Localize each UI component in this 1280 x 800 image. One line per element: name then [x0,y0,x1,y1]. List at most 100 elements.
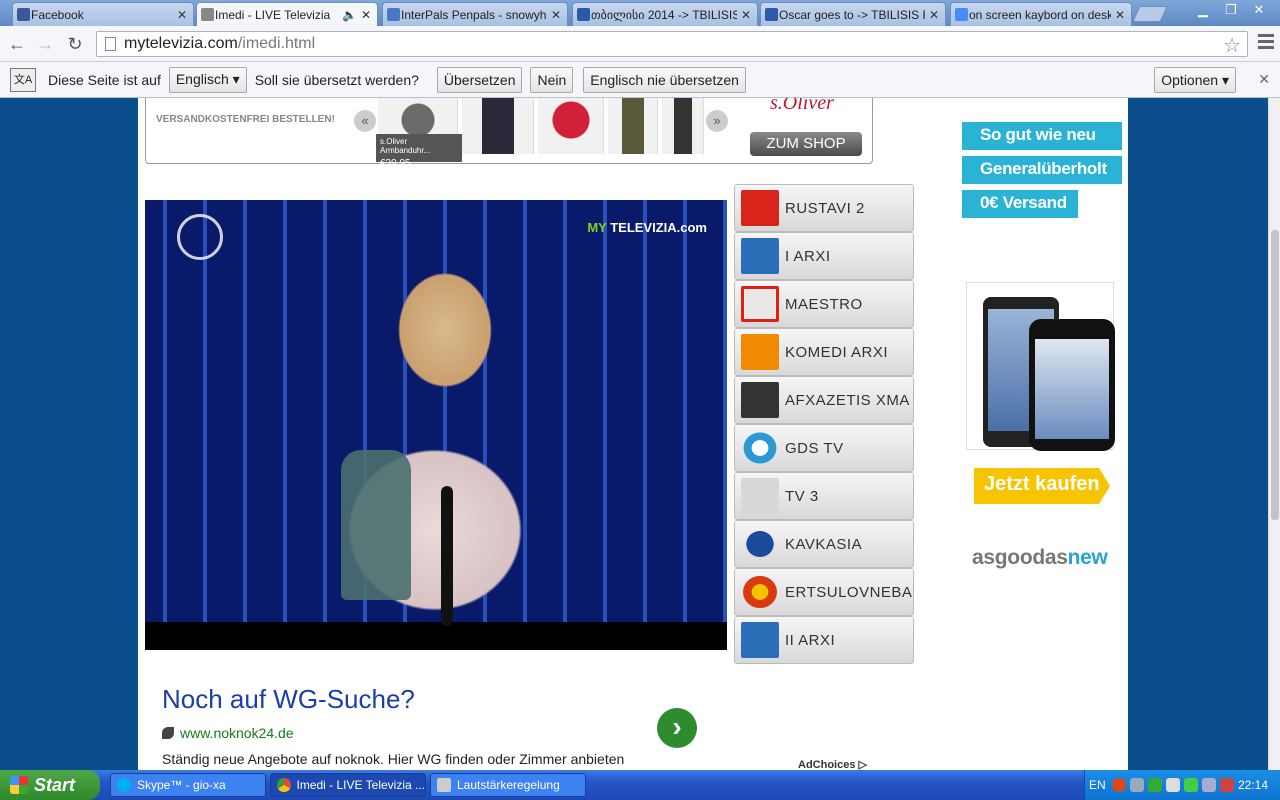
ii-arxi-logo-icon [741,622,779,658]
language-indicator[interactable]: EN [1089,778,1106,792]
side-ad[interactable]: So gut wie neu Generalüberholt 0€ Versan… [962,122,1122,569]
update-icon[interactable] [1219,778,1234,792]
shirt-image[interactable] [608,98,658,154]
taskbar-volume[interactable]: Lautstärkeregelung [430,773,586,797]
i-arxi-logo-icon [741,238,779,274]
forward-button[interactable]: → [34,33,56,55]
volume-tray-icon[interactable] [1165,778,1180,792]
speaker-icon: 🔈 [341,7,357,22]
ertsulovneba-logo-icon [741,574,779,610]
adchoices-link[interactable]: AdChoices ▷ [798,758,867,770]
close-icon[interactable]: ✕ [551,8,561,22]
go-arrow-button[interactable]: › [657,708,697,748]
reload-button[interactable]: ↻ [64,33,86,55]
channel-label: GDS TV [785,439,844,457]
top-image[interactable] [662,98,704,154]
network-icon[interactable] [1147,778,1162,792]
start-button[interactable]: Start [0,770,100,800]
ad-headline[interactable]: Noch auf WG-Suche? [162,684,722,715]
logo-part-c: new [1067,546,1108,569]
channel-maestro[interactable]: MAESTRO [734,280,914,328]
restore-button[interactable]: ❐ [1218,1,1244,19]
globe-icon[interactable] [1129,778,1144,792]
no-button[interactable]: Nein [530,66,574,93]
new-tab-button[interactable] [1132,6,1168,22]
tab-facebook[interactable]: Facebook ✕ [12,2,194,26]
channel-kavkasia[interactable]: KAVKASIA [734,520,914,568]
translate-button[interactable]: Übersetzen [436,66,523,93]
jacket-image[interactable] [462,98,534,154]
security-icon[interactable] [1183,778,1198,792]
translate-prefix: Diese Seite ist auf [48,71,161,88]
tab-label: Imedi - LIVE Televizia [215,7,331,22]
channel-komedi-arxi[interactable]: KOMEDI ARXI [734,328,914,376]
next-arrow-icon[interactable]: » [706,110,728,132]
award-statue [341,450,411,600]
watermark-my: MY [587,220,607,235]
top-banner-ad[interactable]: VERSANDKOSTENFREI BESTELLEN! « s.Oliver … [145,98,873,169]
channel-i-arxi[interactable]: I ARXI [734,232,914,280]
language-dropdown[interactable]: Englisch ▾ [168,66,247,93]
tray-arrow-icon[interactable] [1111,778,1126,792]
close-window-button[interactable]: ✕ [1246,1,1272,19]
url-path: /imedi.html [237,35,316,52]
channel-ertsulovneba[interactable]: ERTSULOVNEBA [734,568,914,616]
close-icon[interactable]: ✕ [1115,8,1125,22]
tab-google-search[interactable]: on screen kaybord on deskt ✕ [950,2,1132,26]
vertical-scrollbar[interactable] [1268,98,1280,770]
channel-label: KOMEDI ARXI [785,343,889,361]
channel-tv-3[interactable]: TV 3 [734,472,914,520]
phones-image [966,282,1115,451]
shop-button[interactable]: ZUM SHOP [750,132,862,156]
channel-label: KAVKASIA [785,535,863,553]
channel-gds-tv[interactable]: GDS TV [734,424,914,472]
channel-rustavi-2[interactable]: RUSTAVI 2 [734,184,914,232]
video-player[interactable]: MY TELEVIZIA.com [145,200,727,650]
translate-infobar: 文A Diese Seite ist auf Englisch ▾ Soll s… [0,62,1280,98]
close-icon[interactable]: ✕ [929,8,939,22]
back-button[interactable]: ← [6,33,28,55]
afxazetis-xma-logo-icon [741,382,779,418]
windows-flag-icon [10,776,28,794]
taskbar-chrome[interactable]: Imedi - LIVE Televizia ... [270,773,426,797]
close-icon[interactable]: ✕ [361,8,371,22]
taskbar-skype[interactable]: Skype™ - gio-xa [110,773,266,797]
address-bar[interactable]: mytelevizia.com/imedi.html ☆ [96,31,1248,57]
tab-oscar[interactable]: Oscar goes to -> TBILISIS F ✕ [760,2,946,26]
tv-icon [201,8,214,21]
channel-ii-arxi[interactable]: II ARXI [734,616,914,664]
browser-toolbar: ← → ↻ mytelevizia.com/imedi.html ☆ [0,26,1280,62]
page-background: VERSANDKOSTENFREI BESTELLEN! « s.Oliver … [0,98,1268,770]
never-translate-button[interactable]: Englisch nie übersetzen [583,66,746,93]
brand-logo: s.Oliver [770,98,834,114]
text-ad[interactable]: Noch auf WG-Suche? www.noknok24.de Ständ… [162,684,722,767]
menu-icon[interactable] [1258,34,1274,52]
channel-logo-icon [177,214,223,260]
scrollbar-thumb[interactable] [1271,230,1279,520]
bookmark-star-icon[interactable]: ☆ [1223,33,1241,58]
tab-interpals[interactable]: InterPals Penpals - snowyhe ✕ [382,2,568,26]
minimize-button[interactable]: ▁ [1190,1,1216,19]
close-icon[interactable]: ✕ [177,8,187,22]
close-icon[interactable]: ✕ [741,8,751,22]
tab-label: InterPals Penpals - snowyhe [401,7,547,22]
clock[interactable]: 22:14 [1238,778,1268,792]
video-watermark: MY TELEVIZIA.com [587,220,707,235]
ad-url-row[interactable]: www.noknok24.de [162,725,722,741]
tab-tbilisi-2014[interactable]: თბილისი 2014 -> TBILISIS FO ✕ [572,2,758,26]
price-tag: s.Oliver Armbanduhr... €39.95 [376,134,462,169]
logo-part-b: as [1044,546,1068,569]
channel-afxazetis-xma[interactable]: AFXAZETIS XMA [734,376,914,424]
iphone-image [1029,319,1115,451]
forum-icon [577,8,590,21]
close-icon[interactable]: ✕ [1258,71,1270,88]
prev-arrow-icon[interactable]: « [354,110,376,132]
scarf-image[interactable] [538,98,604,154]
komedi-arxi-logo-icon [741,334,779,370]
buy-now-button[interactable]: Jetzt kaufen [974,468,1110,504]
url-host: mytelevizia.com [124,35,238,52]
options-dropdown[interactable]: Optionen ▾ [1154,67,1236,93]
device-icon[interactable] [1201,778,1216,792]
tab-imedi[interactable]: Imedi - LIVE Televizia 🔈 ✕ [196,2,378,26]
logo-part-a: asgood [972,546,1045,569]
